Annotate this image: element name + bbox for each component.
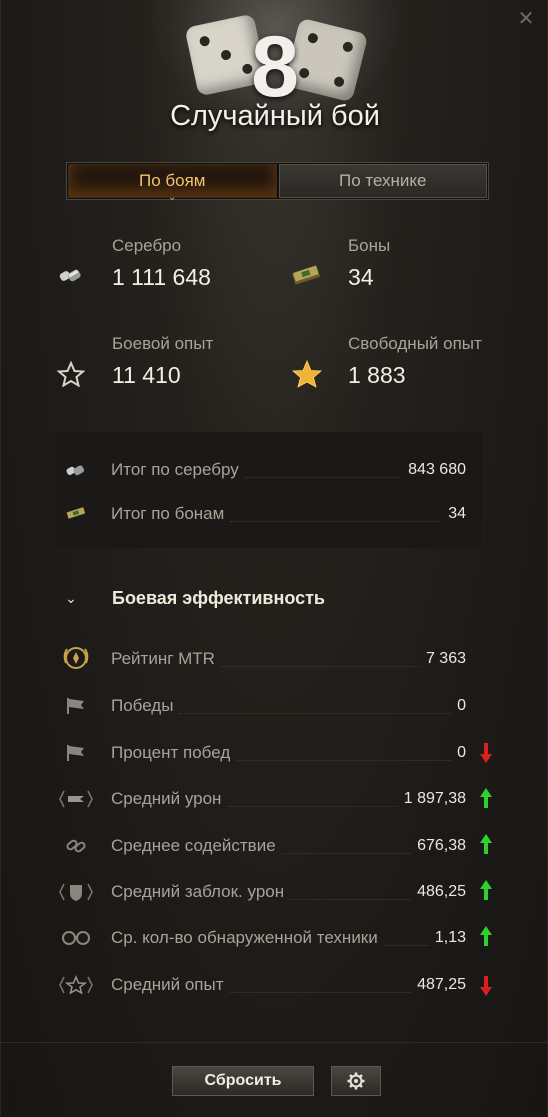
combat-xp-label: Боевой опыт [112,334,214,353]
row-label: Итог по серебру [111,460,239,479]
row-label: Средний заблок. урон [111,882,285,901]
tab-label: По боям [139,171,206,190]
trend-down-arrow-icon [480,743,492,763]
tab-label: По технике [338,171,427,190]
bonds-icon [56,499,96,529]
blocked-damage-icon [56,877,96,907]
trend-up-arrow-icon [480,834,492,854]
free-xp-value: 1 883 [348,362,406,388]
trend-up-arrow-icon [480,926,492,946]
reset-button[interactable]: Сбросить [172,1066,314,1096]
star-outline-icon [56,360,86,388]
row-value: 486,25 [417,883,466,900]
chevron-down-icon: ⌄ [65,590,77,606]
trend-up-arrow-icon [480,880,492,900]
bonds-icon [289,262,323,288]
silver-coins-icon [56,455,96,485]
row-value: 676,38 [417,837,466,854]
row-label: Средний опыт [111,975,224,994]
silver-stat: Серебро 1 111 648 [112,236,211,291]
leader-dots [220,652,420,667]
bonds-value: 34 [348,264,374,290]
avg-damage-row: Средний урон 1 897,38 [56,784,501,814]
row-label: Победы [111,696,174,715]
session-stats-panel: ✕ 8 Случайный бой По боям ⌄ По технике С… [0,0,548,1116]
leader-dots [281,839,412,854]
gold-star-icon [291,360,323,388]
damage-icon [56,784,96,814]
leader-dots [236,746,452,761]
avg-blocked-row: Средний заблок. урон 486,25 [56,877,501,907]
leader-dots [227,792,398,807]
tab-by-vehicles[interactable]: По технике [278,164,487,198]
leader-dots [383,931,429,946]
row-label: Процент побед [111,743,231,762]
section-title: Боевая эффективность [112,588,325,608]
leader-dots [229,978,412,993]
avg-assist-row: Среднее содействие 676,38 [56,831,501,861]
battle-type-title: Случайный бой [170,100,380,132]
chevron-down-icon: ⌄ [168,192,177,203]
leader-dots [179,699,452,714]
row-label: Рейтинг MTR [111,649,215,668]
trend-up-arrow-icon [480,788,492,808]
leader-dots [290,885,412,900]
view-tabs: По боям ⌄ По технике [66,162,489,203]
row-label: Итог по бонам [111,504,225,523]
tab-by-battles[interactable]: По боям ⌄ [68,164,277,203]
mtr-rating-icon [56,644,96,674]
row-value: 1,13 [434,929,466,946]
bonds-label: Боны [348,236,391,255]
silver-coins-icon [56,262,86,288]
row-label: Средний урон [111,789,222,808]
total-silver-row: Итог по серебру 843 680 [56,455,501,485]
settings-button[interactable] [331,1066,381,1096]
bonds-stat: Боны 34 [348,236,390,291]
total-bonds-row: Итог по бонам 34 [56,499,501,529]
row-label: Среднее содействие [111,836,276,855]
row-value: 843 680 [408,461,466,478]
combat-xp-stat: Боевой опыт 11 410 [112,334,213,389]
assist-icon [56,831,96,861]
free-xp-stat: Свободный опыт 1 883 [348,334,482,389]
row-value: 34 [448,505,466,522]
row-label: Ср. кол-во обнаруженной техники [111,928,378,947]
free-xp-label: Свободный опыт [348,334,482,353]
avg-xp-icon [56,970,96,1000]
gear-icon [347,1072,365,1090]
mtr-rating-row: Рейтинг MTR 7 363 [56,644,501,674]
row-value: 1 897,38 [403,790,466,807]
row-value: 7 363 [425,650,466,667]
flag-icon [56,738,96,768]
leader-dots [244,463,403,478]
avg-spotted-row: Ср. кол-во обнаруженной техники 1,13 [56,923,501,953]
combat-xp-value: 11 410 [112,362,181,388]
leader-dots [230,507,443,522]
win-rate-row: Процент побед 0 [56,738,501,768]
silver-label: Серебро [112,236,182,255]
totals-box [56,432,482,548]
row-value: 0 [457,697,466,714]
wins-row: Победы 0 [56,691,501,721]
silver-value: 1 111 648 [112,264,211,290]
trend-down-arrow-icon [480,976,492,996]
row-value: 487,25 [417,976,466,993]
spotted-icon [56,923,96,953]
flag-icon [56,691,96,721]
row-value: 0 [457,744,466,761]
avg-xp-row: Средний опыт 487,25 [56,970,501,1000]
efficiency-section-toggle[interactable]: ⌄ Боевая эффективность [56,588,325,609]
